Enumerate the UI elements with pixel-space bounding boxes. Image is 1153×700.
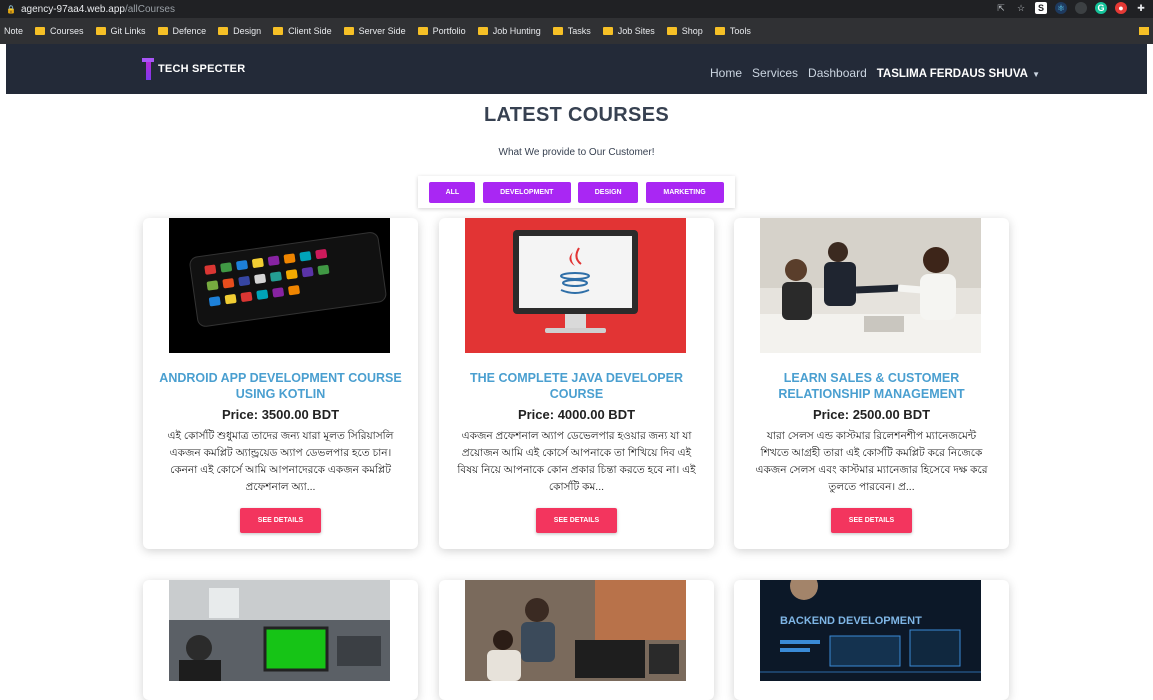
course-price: Price: 2500.00 BDT	[812, 407, 931, 422]
user-menu[interactable]: TASLIMA FERDAUS SHUVA ▼	[877, 66, 1040, 80]
extension-react-icon[interactable]: ⚛	[1055, 2, 1067, 14]
extension-s-icon[interactable]: S	[1035, 2, 1047, 14]
folder-icon	[666, 27, 677, 35]
page-subtitle: What We provide to Our Customer!	[498, 147, 655, 158]
nav-home-link[interactable]: Home	[710, 66, 742, 80]
nav-links: Home Services Dashboard TASLIMA FERDAUS …	[710, 66, 1040, 80]
bookmark-folder[interactable]: Courses	[35, 26, 84, 36]
course-image-media-editing	[169, 580, 390, 681]
extension-grey-icon[interactable]	[1075, 2, 1087, 14]
star-icon[interactable]: ☆	[1015, 2, 1027, 14]
brand-logo[interactable]: TECH SPECTER	[142, 58, 245, 80]
see-details-button[interactable]: SEE DETAILS	[831, 508, 912, 533]
course-description: একজন প্রফেশনাল অ্যাপ ডেভেলপার হওয়ার জন্…	[457, 430, 696, 493]
lock-icon: 🔒	[6, 4, 16, 14]
filter-development-button[interactable]: DEVELOPMENT	[482, 181, 571, 203]
bookmark-note[interactable]: Note	[4, 26, 23, 36]
bookmark-label: Shop	[681, 26, 703, 36]
other-bookmarks-folder-icon[interactable]	[1139, 27, 1149, 35]
logo-t-icon	[142, 58, 154, 80]
puzzle-icon[interactable]: ✚	[1135, 2, 1147, 14]
bookmark-label: Courses	[50, 26, 84, 36]
folder-icon	[417, 27, 428, 35]
course-description: যারা সেলস এন্ড কাস্টমার রিলেশনশীপ ম্যানে…	[755, 430, 988, 493]
bookmark-label: Git Links	[110, 26, 146, 36]
folder-icon	[218, 27, 229, 35]
folder-icon	[552, 27, 563, 35]
bookmark-folder[interactable]: Defence	[157, 26, 207, 36]
bookmark-folder[interactable]: Git Links	[95, 26, 146, 36]
course-image-android	[169, 218, 390, 353]
course-title[interactable]: THE COMPLETE JAVA DEVELOPER COURSE	[449, 370, 704, 402]
filter-design-button[interactable]: DESIGN	[578, 181, 639, 203]
course-card: THE COMPLETE JAVA DEVELOPER COURSE Price…	[439, 218, 714, 549]
browser-address-bar[interactable]: 🔒 agency-97aa4.web.app/allCourses ⇱ ☆ S …	[0, 0, 1153, 18]
course-title[interactable]: LEARN SALES & CUSTOMER RELATIONSHIP MANA…	[744, 370, 999, 402]
folder-icon	[714, 27, 725, 35]
course-card	[143, 580, 418, 700]
bookmark-folder[interactable]: Design	[218, 26, 261, 36]
folder-icon	[477, 27, 488, 35]
course-title[interactable]: ANDROID APP DEVELOPMENT COURSE USING KOT…	[153, 370, 408, 402]
folder-icon	[602, 27, 613, 35]
url-host: agency-97aa4.web.app	[20, 3, 125, 15]
course-card: LEARN SALES & CUSTOMER RELATIONSHIP MANA…	[734, 218, 1009, 549]
backend-image-text: BACKEND DEVELOPMENT	[780, 615, 922, 627]
bookmarks-bar: Note Courses Git Links Defence Design Cl…	[0, 18, 1153, 44]
caret-down-icon: ▼	[1029, 70, 1041, 79]
extension-red-icon[interactable]: ●	[1115, 2, 1127, 14]
url-path: /allCourses	[124, 3, 175, 15]
nav-dashboard-link[interactable]: Dashboard	[808, 66, 867, 80]
bookmark-folder[interactable]: Tools	[714, 26, 751, 36]
course-image-sales	[760, 218, 981, 353]
course-image-office-team	[465, 580, 686, 681]
bookmark-folder[interactable]: Tasks	[552, 26, 591, 36]
bookmark-label: Client Side	[288, 26, 332, 36]
bookmark-label: Tools	[729, 26, 751, 36]
extension-g-icon[interactable]: G	[1095, 2, 1107, 14]
bookmark-label: Server Side	[358, 26, 406, 36]
folder-icon	[157, 27, 168, 35]
nav-services-link[interactable]: Services	[752, 66, 798, 80]
bookmark-folder[interactable]: Job Sites	[602, 26, 655, 36]
bookmark-label: Note	[4, 26, 24, 36]
page-title: LATEST COURSES	[484, 104, 669, 126]
course-card: ANDROID APP DEVELOPMENT COURSE USING KOT…	[143, 218, 418, 549]
extension-icons: ⇱ ☆ S ⚛ G ● ✚	[995, 2, 1147, 14]
bookmark-label: Tasks	[567, 26, 591, 36]
course-image-java	[465, 218, 686, 353]
course-image-backend: BACKEND DEVELOPMENT	[760, 580, 981, 681]
course-card: BACKEND DEVELOPMENT	[734, 580, 1009, 700]
filter-all-button[interactable]: ALL	[429, 181, 476, 203]
course-card	[439, 580, 714, 700]
bookmark-folder[interactable]: Server Side	[343, 26, 406, 36]
course-price: Price: 4000.00 BDT	[517, 407, 636, 422]
see-details-button[interactable]: SEE DETAILS	[240, 508, 321, 533]
see-details-button[interactable]: SEE DETAILS	[536, 508, 617, 533]
bookmark-folder[interactable]: Client Side	[273, 26, 332, 36]
bookmark-label: Design	[233, 26, 262, 36]
brand-name: TECH SPECTER	[158, 63, 246, 75]
bookmark-label: Portfolio	[432, 26, 466, 36]
bookmark-folder[interactable]: Job Hunting	[477, 26, 541, 36]
bookmark-label: Job Sites	[617, 26, 655, 36]
folder-icon	[343, 27, 354, 35]
share-icon[interactable]: ⇱	[995, 2, 1007, 14]
bookmark-folder[interactable]: Portfolio	[417, 26, 466, 36]
course-price: Price: 3500.00 BDT	[221, 407, 340, 422]
bookmark-folder[interactable]: Shop	[666, 26, 703, 36]
category-filter-group: ALL DEVELOPMENT DESIGN MARKETING	[418, 176, 735, 208]
user-name: TASLIMA FERDAUS SHUVA	[876, 68, 1028, 80]
folder-icon	[273, 27, 284, 35]
course-description: এই কোর্সটি শুধুমাত্র তাদের জন্য যারা মূল…	[167, 430, 394, 493]
bookmark-label: Defence	[172, 26, 207, 36]
folder-icon	[35, 27, 46, 35]
folder-icon	[95, 27, 106, 35]
site-navbar: TECH SPECTER Home Services Dashboard TAS…	[6, 44, 1147, 94]
filter-marketing-button[interactable]: MARKETING	[645, 181, 724, 203]
bookmark-label: Job Hunting	[492, 26, 541, 36]
